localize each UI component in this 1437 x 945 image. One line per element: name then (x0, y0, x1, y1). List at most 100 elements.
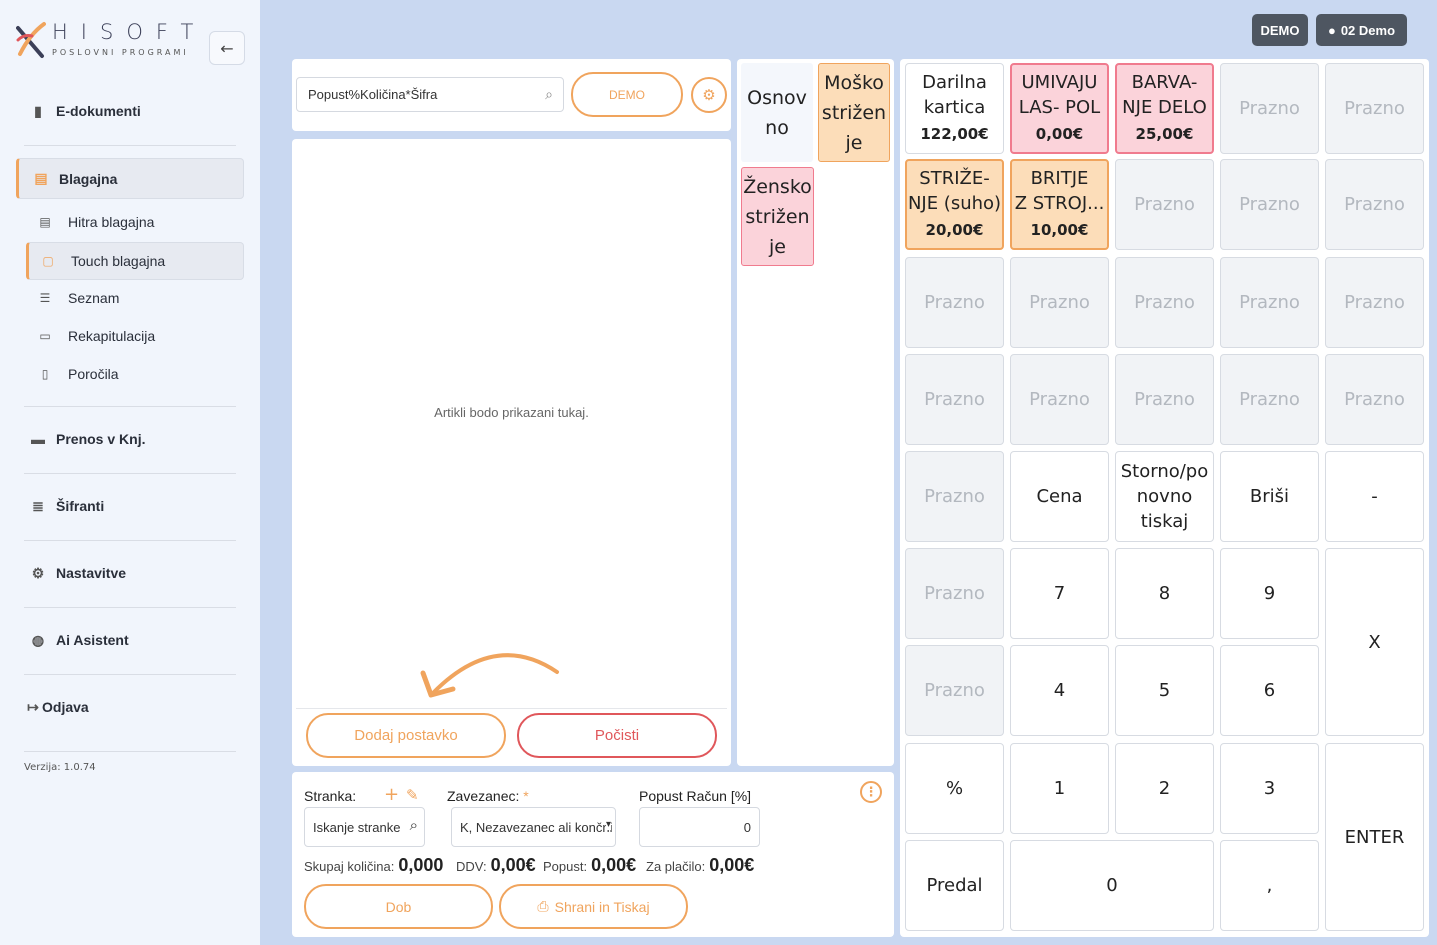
empty-slot[interactable]: Prazno (1220, 63, 1319, 154)
save-and-print-button[interactable]: ⎙ Shrani in Tiskaj (499, 884, 688, 929)
divider (24, 674, 236, 675)
category-label: Žensko (743, 175, 812, 198)
category-label: strižen (745, 205, 810, 228)
cash-drawer-key[interactable]: Predal (905, 840, 1004, 931)
categories-panel (737, 59, 894, 766)
key-label: tiskaj (1140, 511, 1189, 532)
collapse-sidebar-button[interactable]: ← (209, 31, 245, 65)
total-quantity-label: Skupaj količina: (304, 859, 395, 874)
demo-button[interactable]: DEMO (571, 72, 683, 117)
amount-due-value: 0,00€ (709, 855, 755, 875)
digit-9-key[interactable]: 9 (1220, 548, 1319, 639)
sidebar-subitem-porocila[interactable]: ▯ Poročila (26, 356, 244, 392)
storno-reprint-key[interactable]: Storno/po novno tiskaj (1115, 451, 1214, 542)
empty-slot[interactable]: Prazno (905, 354, 1004, 445)
digit-0-key[interactable]: 0 (1010, 840, 1214, 931)
sidebar-item-blagajna[interactable]: ▤ Blagajna (16, 158, 244, 199)
search-icon[interactable]: ⌕ (545, 86, 553, 103)
search-icon[interactable]: ⌕ (410, 817, 418, 834)
sidebar-subitem-touch-blagajna[interactable]: ▢ Touch blagajna (26, 242, 244, 280)
sidebar-subitem-rekapitulacija[interactable]: ▭ Rekapitulacija (26, 318, 244, 354)
empty-slot[interactable]: Prazno (905, 257, 1004, 348)
product-britje-stroj[interactable]: BRITJE Z STROJ... 10,00€ (1010, 159, 1109, 250)
empty-slot[interactable]: Prazno (1325, 354, 1424, 445)
product-strizenje-suho[interactable]: STRIŽE- NJE (suho) 20,00€ (905, 159, 1004, 250)
decimal-comma-key[interactable]: , (1220, 840, 1319, 931)
delete-key[interactable]: Briši (1220, 451, 1319, 542)
category-zensko-strizenje[interactable]: Žensko strižen je (741, 167, 814, 266)
cash-register-icon: ▤ (39, 215, 51, 229)
product-umivanje-las[interactable]: UMIVAJU LAS- POL 0,00€ (1010, 63, 1109, 154)
sidebar-item-sifranti[interactable]: ≣ Šifranti (16, 486, 244, 526)
empty-slot[interactable]: Prazno (1325, 63, 1424, 154)
empty-slot[interactable]: Prazno (1220, 159, 1319, 250)
digit-5-key[interactable]: 5 (1115, 645, 1214, 736)
empty-slot[interactable]: Prazno (905, 548, 1004, 639)
tablet-icon: ▢ (42, 254, 54, 268)
taxpayer-value: K, Nezavezanec ali končni (460, 819, 613, 835)
empty-slot[interactable]: Prazno (1010, 257, 1109, 348)
sidebar-item-label: E-dokumenti (56, 103, 141, 119)
product-barvanje-delo[interactable]: BARVA- NJE DELO 25,00€ (1115, 63, 1214, 154)
empty-slot[interactable]: Prazno (1325, 159, 1424, 250)
digit-3-key[interactable]: 3 (1220, 743, 1319, 834)
user-menu-button[interactable]: ● 02 Demo (1316, 14, 1407, 46)
sidebar-item-ai-asistent[interactable]: ◍ Ai Asistent (16, 620, 244, 660)
divider (24, 473, 236, 474)
discount-value: 0 (743, 819, 751, 835)
empty-slot[interactable]: Prazno (1115, 159, 1214, 250)
digit-7-key[interactable]: 7 (1010, 548, 1109, 639)
sidebar-subitem-seznam[interactable]: ☰ Seznam (26, 280, 244, 316)
version-label: Verzija: 1.0.74 (24, 762, 96, 773)
sidebar-subitem-label: Poročila (68, 366, 119, 382)
multiply-key[interactable]: X (1325, 548, 1424, 736)
article-search: ⌕ (296, 77, 564, 112)
empty-slot[interactable]: Prazno (905, 645, 1004, 736)
search-input[interactable] (308, 87, 528, 102)
empty-slot[interactable]: Prazno (1220, 354, 1319, 445)
sidebar-item-nastavitve[interactable]: ⚙ Nastavitve (16, 553, 244, 593)
taxpayer-select[interactable]: K, Nezavezanec ali končni ▾ (451, 807, 616, 847)
empty-slot[interactable]: Prazno (1220, 257, 1319, 348)
discount-total: Popust: 0,00€ (543, 855, 636, 876)
more-options-button[interactable]: ⋮ (860, 781, 882, 803)
discount-total-label: Popust: (543, 859, 588, 874)
add-customer-icon[interactable]: + (384, 784, 399, 805)
customer-search-field[interactable]: Iskanje stranke ⌕ (304, 807, 425, 847)
product-label: kartica (923, 97, 986, 118)
sidebar-subitem-hitra-blagajna[interactable]: ▤ Hitra blagajna (26, 204, 244, 240)
sidebar-item-prenos[interactable]: ▬ Prenos v Knj. (16, 419, 244, 459)
category-osnovno[interactable]: Osnov no (741, 63, 813, 162)
empty-slot[interactable]: Prazno (1115, 354, 1214, 445)
empty-slot[interactable]: Prazno (1325, 257, 1424, 348)
category-mosko-strizenje[interactable]: Moško strižen je (818, 63, 890, 162)
empty-slot[interactable]: Prazno (905, 451, 1004, 542)
digit-6-key[interactable]: 6 (1220, 645, 1319, 736)
minus-key[interactable]: - (1325, 451, 1424, 542)
demo-badge[interactable]: DEMO (1252, 14, 1308, 46)
add-item-button[interactable]: Dodaj postavko (306, 713, 506, 758)
edit-customer-icon[interactable]: ✎ (406, 786, 419, 804)
discount-input[interactable]: 0 (639, 807, 760, 847)
brain-icon: ◍ (31, 631, 45, 648)
sidebar-item-e-dokumenti[interactable]: ▮ E-dokumenti (16, 91, 244, 131)
clear-button[interactable]: Počisti (517, 713, 717, 758)
digit-2-key[interactable]: 2 (1115, 743, 1214, 834)
sidebar-subitem-label: Seznam (68, 290, 120, 306)
empty-slot[interactable]: Prazno (1010, 354, 1109, 445)
gear-icon: ⚙ (31, 564, 45, 581)
digit-1-key[interactable]: 1 (1010, 743, 1109, 834)
product-darilna-kartica[interactable]: Darilna kartica 122,00€ (905, 63, 1004, 154)
sidebar-item-odjava[interactable]: ↦ Odjava (16, 687, 244, 727)
empty-slot[interactable]: Prazno (1115, 257, 1214, 348)
price-key[interactable]: Cena (1010, 451, 1109, 542)
digit-4-key[interactable]: 4 (1010, 645, 1109, 736)
digit-8-key[interactable]: 8 (1115, 548, 1214, 639)
product-label: NJE (suho) (907, 193, 1002, 214)
settings-button[interactable]: ⚙ (691, 77, 727, 113)
percent-key[interactable]: % (905, 743, 1004, 834)
dob-button[interactable]: Dob (304, 884, 493, 929)
logout-icon: ↦ (27, 698, 39, 715)
required-marker: * (523, 788, 529, 804)
enter-key[interactable]: ENTER (1325, 743, 1424, 931)
